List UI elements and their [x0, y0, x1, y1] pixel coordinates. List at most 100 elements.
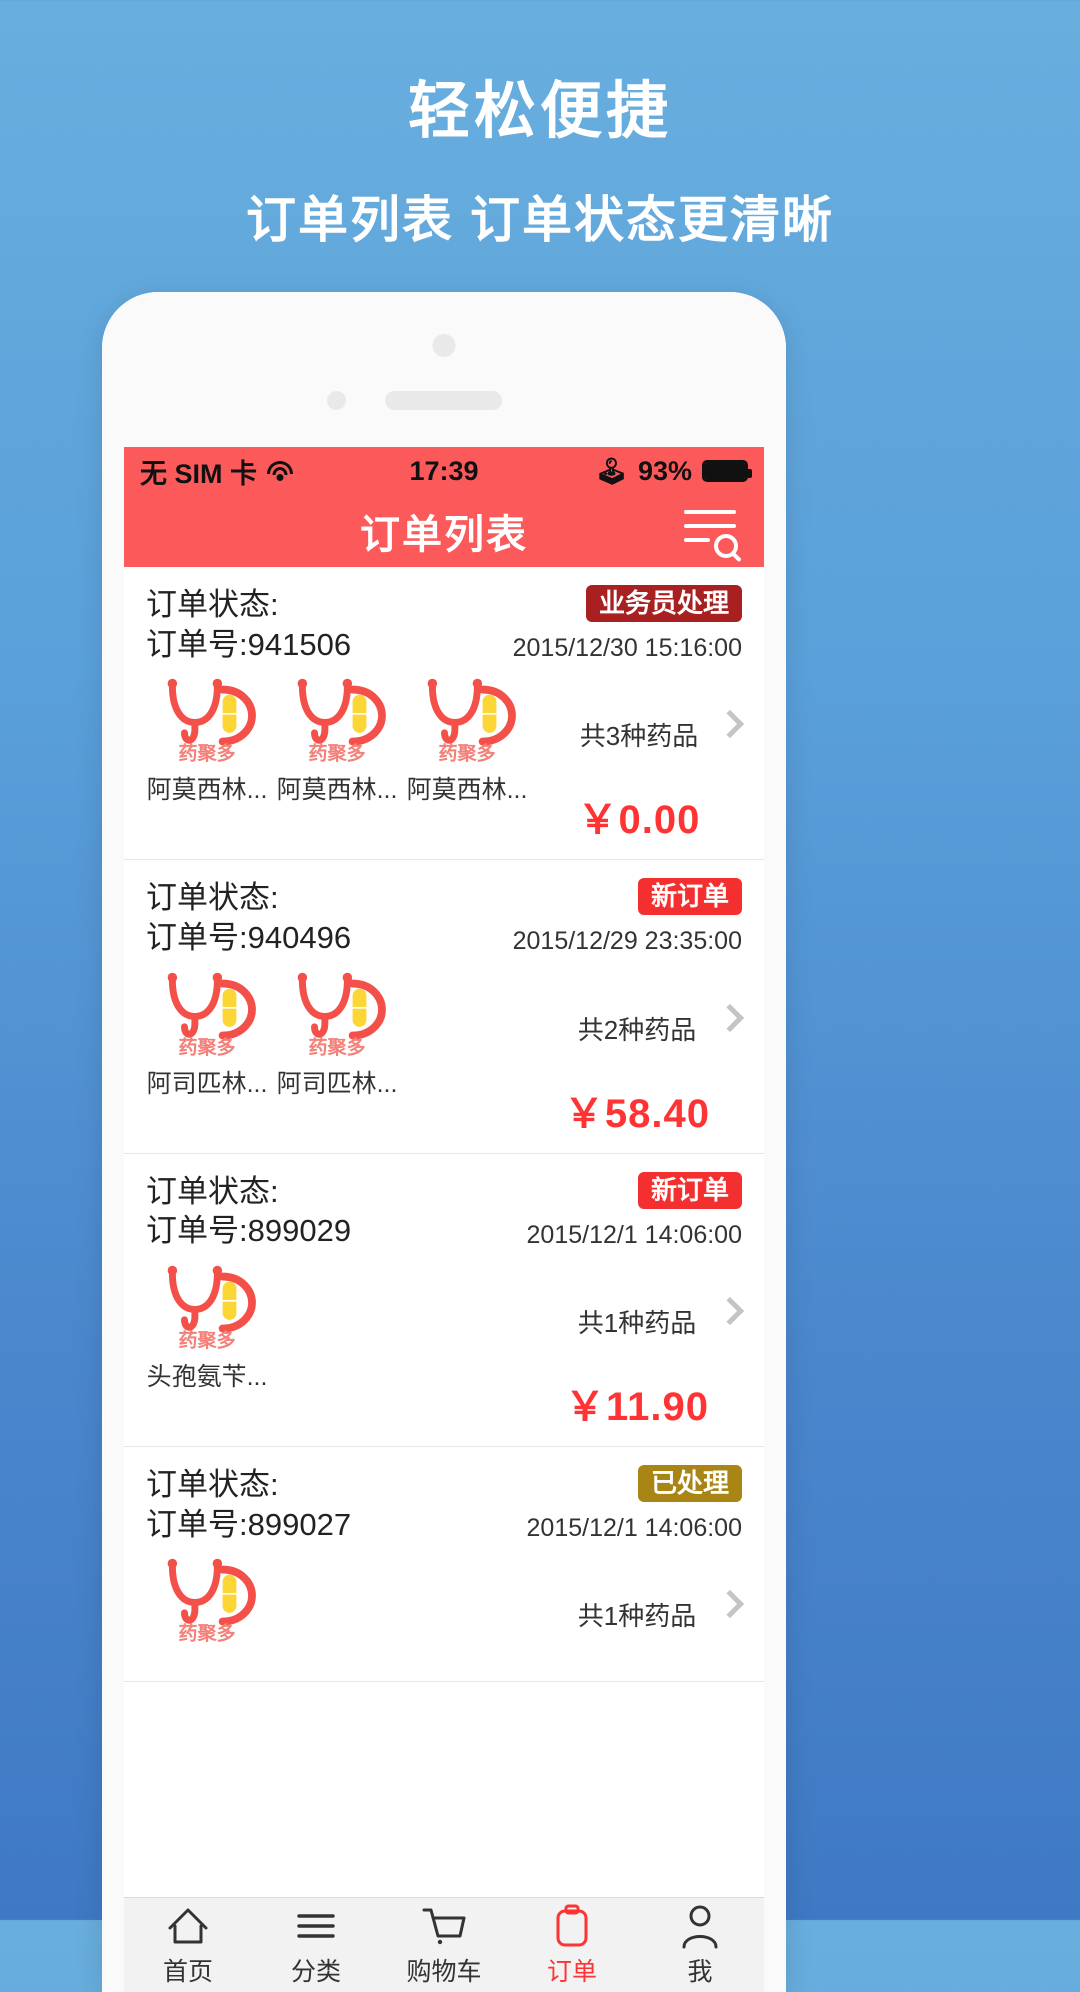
- order-good-item[interactable]: 药聚多 阿司匹林...: [276, 968, 398, 1100]
- tab-menu-lines[interactable]: 分类: [252, 1902, 380, 1988]
- order-body: 药聚多 头孢氨苄... 共1种药品 ￥11.90: [146, 1261, 745, 1432]
- order-summary[interactable]: 共2种药品 ￥58.40: [532, 968, 745, 1139]
- order-date: 2015/12/30 15:16:00: [512, 634, 742, 662]
- tab-home[interactable]: 首页: [124, 1902, 252, 1988]
- earpiece-speaker: [385, 391, 502, 410]
- order-date: 2015/12/1 14:06:00: [526, 1220, 742, 1249]
- order-item-count: 共3种药品: [579, 721, 699, 752]
- list-search-icon[interactable]: [684, 506, 740, 558]
- order-number: 订单号:899027: [146, 1506, 352, 1542]
- wifi-icon: [266, 460, 294, 482]
- order-price: ￥0.00: [577, 798, 701, 843]
- promo-headline: 轻松便捷: [407, 77, 672, 146]
- order-item-count: 共1种药品: [577, 1601, 697, 1632]
- drug-logo-icon: 药聚多: [155, 674, 259, 764]
- order-card[interactable]: 订单状态: 订单号:940496 新订单 2015/12/29 23:35:00…: [124, 860, 764, 1154]
- drug-logo-icon: 药聚多: [285, 674, 389, 764]
- bottom-tab-bar[interactable]: 首页 分类 购物车 订单 我: [124, 1897, 764, 1992]
- order-summary[interactable]: 共1种药品 ￥11.90: [532, 1261, 745, 1432]
- order-header: 订单状态: 订单号:941506 业务员处理 2015/12/30 15:16:…: [146, 585, 742, 664]
- order-price: ￥11.90: [565, 1385, 709, 1430]
- tab-label: 购物车: [406, 1958, 482, 1986]
- svg-text:药聚多: 药聚多: [438, 742, 495, 764]
- order-header-left: 订单状态: 订单号:899027: [146, 1465, 351, 1544]
- good-name: 头孢氨苄...: [146, 1363, 268, 1392]
- tab-order[interactable]: 订单: [508, 1902, 636, 1988]
- tab-cart[interactable]: 购物车: [380, 1902, 508, 1988]
- order-header-left: 订单状态: 订单号:941506: [146, 585, 351, 664]
- order-body: 药聚多 共1种药品: [146, 1554, 745, 1667]
- status-bar-left: 无 SIM 卡: [140, 452, 409, 491]
- svg-text:药聚多: 药聚多: [178, 742, 235, 764]
- order-number: 订单号:899029: [146, 1213, 352, 1249]
- order-good-item[interactable]: 药聚多 头孢氨苄...: [146, 1261, 268, 1393]
- svg-text:药聚多: 药聚多: [308, 742, 365, 764]
- order-header: 订单状态: 订单号:940496 新订单 2015/12/29 23:35:00: [146, 878, 742, 957]
- order-goods: 药聚多 阿司匹林... 药聚多 阿司匹林...: [146, 968, 532, 1100]
- order-good-item[interactable]: 药聚多 阿莫西林...: [276, 674, 398, 806]
- status-bar: 无 SIM 卡 17:39 🕹 93%: [124, 447, 764, 495]
- order-goods: 药聚多 阿莫西林... 药聚多 阿莫西林... 药聚多 阿莫西林...: [146, 674, 536, 806]
- order-header: 订单状态: 订单号:899029 新订单 2015/12/1 14:06:00: [146, 1171, 742, 1251]
- phone-screen: 无 SIM 卡 17:39 🕹 93% 订单列表 订单状态: 订单号:94150…: [124, 447, 764, 1992]
- order-icon: [508, 1902, 636, 1950]
- tab-label: 首页: [162, 1958, 213, 1986]
- tab-label: 我: [687, 1958, 713, 1986]
- order-header-right: 新订单 2015/12/29 23:35:00: [513, 878, 742, 956]
- order-status-label: 订单状态:: [146, 1173, 279, 1209]
- order-item-count: 共2种药品: [577, 1014, 697, 1045]
- svg-text:药聚多: 药聚多: [178, 1035, 235, 1057]
- status-badge: 新订单: [637, 878, 742, 916]
- tab-person[interactable]: 我: [636, 1902, 764, 1988]
- svg-text:药聚多: 药聚多: [178, 1329, 235, 1351]
- order-summary[interactable]: 共1种药品: [532, 1554, 745, 1667]
- order-item-count: 共1种药品: [577, 1308, 697, 1339]
- order-good-item[interactable]: 药聚多 阿莫西林...: [406, 674, 528, 806]
- drug-logo-icon: 药聚多: [415, 674, 519, 764]
- order-header: 订单状态: 订单号:899027 已处理 2015/12/1 14:06:00: [146, 1465, 742, 1544]
- order-good-item[interactable]: 药聚多: [146, 1554, 268, 1650]
- status-badge: 业务员处理: [585, 585, 742, 622]
- order-status-label: 订单状态:: [146, 587, 279, 622]
- drug-logo-icon: 药聚多: [155, 1554, 259, 1644]
- status-badge: 新订单: [637, 1171, 742, 1209]
- home-icon: [124, 1902, 252, 1950]
- tab-label: 分类: [290, 1958, 341, 1986]
- order-header-left: 订单状态: 订单号:940496: [146, 878, 351, 957]
- svg-text:药聚多: 药聚多: [308, 1035, 365, 1057]
- svg-text:药聚多: 药聚多: [178, 1622, 235, 1644]
- order-status-label: 订单状态:: [146, 880, 279, 916]
- person-icon: [636, 1902, 764, 1950]
- nav-bar: 订单列表: [124, 495, 764, 567]
- order-status-label: 订单状态:: [146, 1467, 279, 1503]
- good-name: 阿莫西林...: [146, 776, 268, 805]
- bluetooth-icon: 🕹: [594, 456, 628, 486]
- good-name: 阿莫西林...: [406, 776, 528, 805]
- battery-full-icon: [702, 460, 752, 482]
- order-price: ￥58.40: [563, 1091, 711, 1136]
- promo-header: 轻松便捷 订单列表 订单状态更清晰: [0, 0, 1080, 252]
- order-card[interactable]: 订单状态: 订单号:899027 已处理 2015/12/1 14:06:00 …: [124, 1447, 764, 1683]
- order-body: 药聚多 阿司匹林... 药聚多 阿司匹林... 共2种药品 ￥58.40: [146, 968, 745, 1139]
- front-camera-dot: [432, 334, 456, 357]
- order-summary[interactable]: 共3种药品 ￥0.00: [536, 674, 745, 845]
- order-card[interactable]: 订单状态: 订单号:941506 业务员处理 2015/12/30 15:16:…: [124, 567, 764, 861]
- menu-lines-icon: [252, 1902, 380, 1950]
- status-badge: 已处理: [637, 1465, 742, 1503]
- good-name: 阿莫西林...: [276, 776, 398, 805]
- good-name: 阿司匹林...: [276, 1069, 398, 1098]
- order-card[interactable]: 订单状态: 订单号:899029 新订单 2015/12/1 14:06:00 …: [124, 1154, 764, 1448]
- order-number: 订单号:940496: [146, 920, 352, 956]
- status-bar-clock: 17:39: [409, 455, 479, 486]
- phone-mockup: 无 SIM 卡 17:39 🕹 93% 订单列表 订单状态: 订单号:94150…: [102, 292, 786, 1992]
- order-header-right: 已处理 2015/12/1 14:06:00: [527, 1465, 742, 1543]
- carrier-label: 无 SIM 卡: [140, 458, 258, 489]
- order-good-item[interactable]: 药聚多 阿司匹林...: [146, 968, 268, 1100]
- order-number: 订单号:941506: [146, 626, 352, 662]
- order-list[interactable]: 订单状态: 订单号:941506 业务员处理 2015/12/30 15:16:…: [124, 567, 764, 1897]
- phone-top-bezel: [102, 292, 786, 447]
- good-name: 阿司匹林...: [146, 1069, 268, 1098]
- status-bar-right: 🕹 93%: [479, 456, 752, 487]
- order-goods: 药聚多 头孢氨苄...: [146, 1261, 532, 1393]
- order-good-item[interactable]: 药聚多 阿莫西林...: [146, 674, 268, 806]
